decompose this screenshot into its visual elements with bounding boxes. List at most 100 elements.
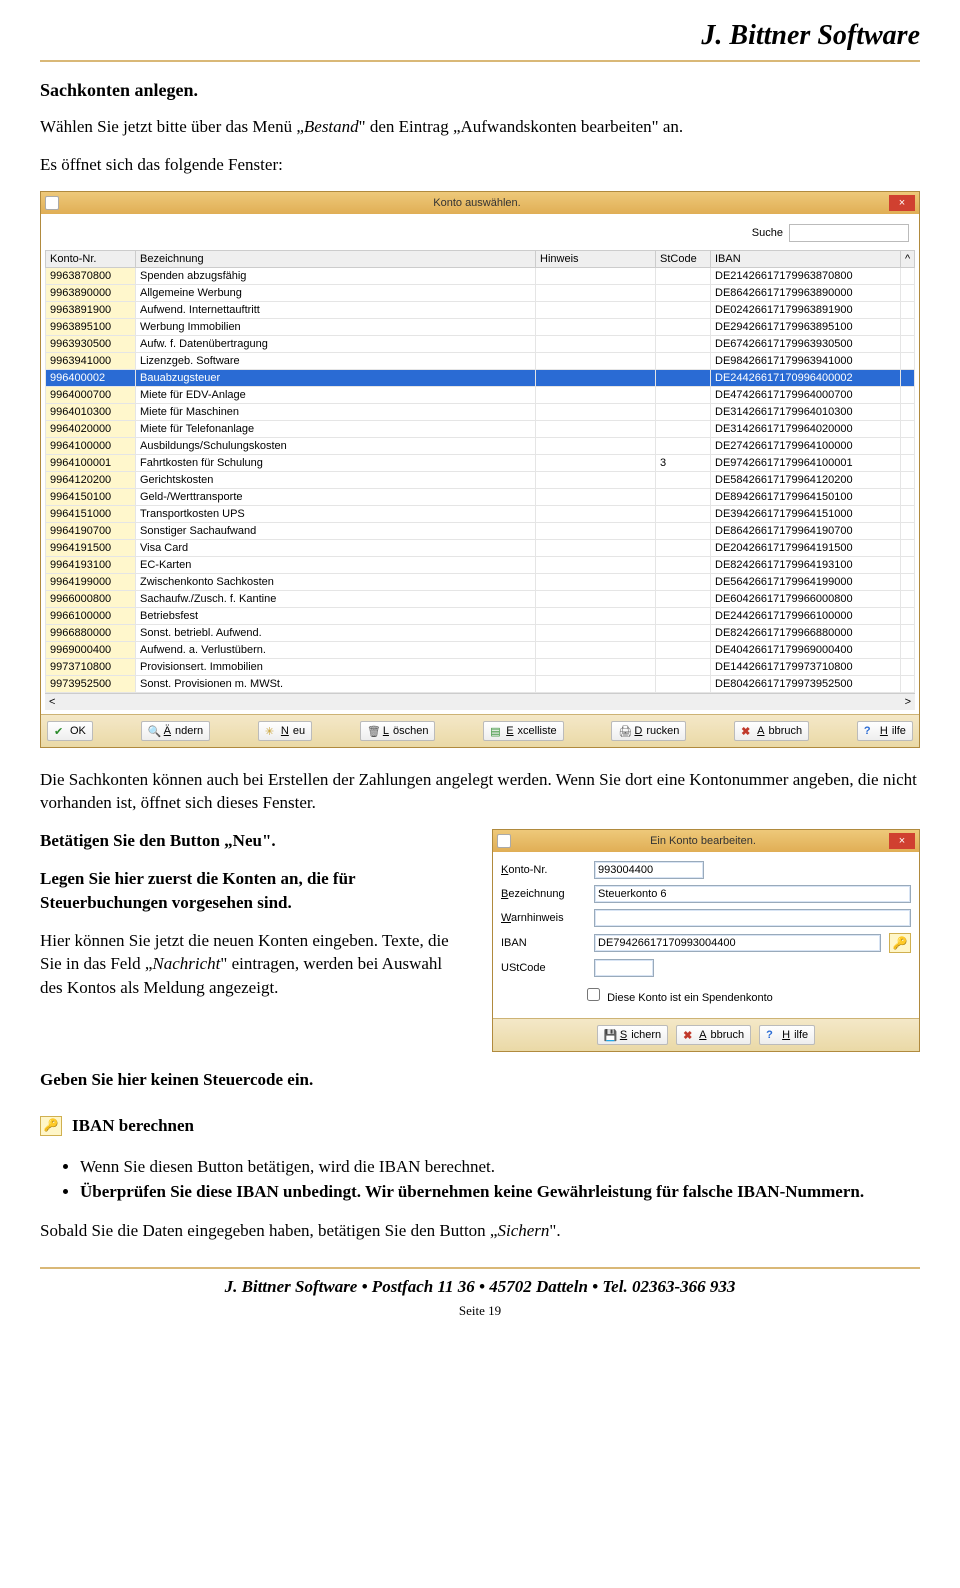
table-row[interactable]: 9973710800Provisionsert. ImmobilienDE144… — [46, 658, 915, 675]
closing-pre: Sobald Sie die Daten eingegeben haben, b… — [40, 1221, 497, 1240]
grid-header[interactable]: Hinweis — [536, 250, 656, 267]
table-row[interactable]: 9973952500Sonst. Provisionen m. MWSt.DE8… — [46, 675, 915, 692]
grid-cell — [656, 335, 711, 352]
grid-cell: 9964020000 — [46, 420, 136, 437]
grid-cell: 9963930500 — [46, 335, 136, 352]
neu-button[interactable]: ✳Neu — [258, 721, 312, 741]
search-label: Suche — [752, 227, 783, 239]
grid-cell: DE86426617179964190700 — [711, 522, 901, 539]
close-icon[interactable]: × — [889, 195, 915, 211]
grid-header[interactable]: IBAN — [711, 250, 901, 267]
grid-cell — [656, 658, 711, 675]
aendern-button[interactable]: 🔍Ändern — [141, 721, 210, 741]
grid-cell: 9964100000 — [46, 437, 136, 454]
grid-cell — [536, 352, 656, 369]
grid-cell — [656, 369, 711, 386]
table-row[interactable]: 9966880000Sonst. betriebl. Aufwend.DE824… — [46, 624, 915, 641]
scroll-up-icon[interactable]: ^ — [901, 250, 915, 267]
key-icon: 🔑 — [44, 1118, 59, 1133]
table-row[interactable]: 9964150100Geld-/WerttransporteDE89426617… — [46, 488, 915, 505]
table-row[interactable]: 9963941000Lizenzgeb. SoftwareDE984266171… — [46, 352, 915, 369]
x-icon: ✖ — [683, 1029, 695, 1041]
input-iban[interactable] — [594, 934, 881, 952]
abbruch-button-2[interactable]: ✖Abbruch — [676, 1025, 751, 1045]
table-row[interactable]: 9963895100Werbung ImmobilienDE2942661717… — [46, 318, 915, 335]
table-row[interactable]: 9969000400Aufwend. a. Verlustübern.DE404… — [46, 641, 915, 658]
table-row[interactable]: 9966100000BetriebsfestDE2442661717996610… — [46, 607, 915, 624]
table-row[interactable]: 9964193100EC-KartenDE8242661717996419310… — [46, 556, 915, 573]
table-row[interactable]: 9964010300Miete für MaschinenDE314266171… — [46, 403, 915, 420]
window2-titlebar[interactable]: Ein Konto bearbeiten. × — [493, 830, 919, 852]
grid-cell: 9973952500 — [46, 675, 136, 692]
table-row[interactable]: 9964191500Visa CardDE2042661717996419150… — [46, 539, 915, 556]
table-row[interactable]: 9966000800Sachaufw./Zusch. f. KantineDE6… — [46, 590, 915, 607]
table-row[interactable]: 9964100001Fahrtkosten für Schulung3DE974… — [46, 454, 915, 471]
grid-cell — [656, 352, 711, 369]
grid-cell: 3 — [656, 454, 711, 471]
table-row[interactable]: 9964199000Zwischenkonto SachkostenDE5642… — [46, 573, 915, 590]
table-row[interactable]: 9964190700Sonstiger SachaufwandDE8642661… — [46, 522, 915, 539]
iban-calc-button[interactable]: 🔑 — [889, 933, 911, 953]
grid-cell: DE82426617179966880000 — [711, 624, 901, 641]
grid-cell — [656, 675, 711, 692]
grid-cell — [536, 658, 656, 675]
table-row[interactable]: 9964020000Miete für TelefonanlageDE31426… — [46, 420, 915, 437]
window2-title-text: Ein Konto bearbeiten. — [517, 835, 889, 847]
table-row[interactable]: 9963930500Aufw. f. DatenübertragungDE674… — [46, 335, 915, 352]
grid-cell — [901, 539, 915, 556]
brand-title: J. Bittner Software — [40, 20, 920, 52]
window2-toolbar: 💾Sichern ✖Abbruch ?Hilfe — [493, 1018, 919, 1051]
grid-cell: DE27426617179964100000 — [711, 437, 901, 454]
drucken-button[interactable]: 🖨Drucken — [611, 721, 686, 741]
table-row[interactable]: 9964100000Ausbildungs/SchulungskostenDE2… — [46, 437, 915, 454]
ok-label: OK — [70, 725, 86, 737]
hilfe-button-2[interactable]: ?Hilfe — [759, 1025, 815, 1045]
grid-header[interactable]: StCode — [656, 250, 711, 267]
grid-header[interactable]: Bezeichnung — [136, 250, 536, 267]
window-title-text: Konto auswählen. — [65, 197, 889, 209]
grid-cell — [536, 607, 656, 624]
grid-cell: Betriebsfest — [136, 607, 536, 624]
grid-cell — [901, 590, 915, 607]
grid-container: Konto-Nr.BezeichnungHinweisStCodeIBAN^ 9… — [45, 250, 915, 693]
ok-button[interactable]: ✔OK — [47, 721, 93, 741]
table-row[interactable]: 9964120200GerichtskostenDE58426617179964… — [46, 471, 915, 488]
spendenkonto-checkbox[interactable] — [587, 988, 600, 1001]
iban-heading-row: 🔑 IBAN berechnen — [40, 1116, 194, 1136]
input-konto[interactable] — [594, 861, 704, 879]
search-input[interactable] — [789, 224, 909, 242]
input-ust[interactable] — [594, 959, 654, 977]
table-row[interactable]: 9963890000Allgemeine WerbungDE8642661717… — [46, 284, 915, 301]
abbruch-button[interactable]: ✖Abbruch — [734, 721, 809, 741]
excelliste-button[interactable]: ▤Excelliste — [483, 721, 563, 741]
grid-cell — [536, 590, 656, 607]
help-icon: ? — [766, 1029, 778, 1041]
input-bez[interactable] — [594, 885, 911, 903]
grid-scrollbar[interactable]: <> — [45, 693, 915, 710]
grid-cell: Provisionsert. Immobilien — [136, 658, 536, 675]
p-steuercode: Geben Sie hier keinen Steuercode ein. — [40, 1068, 920, 1092]
account-grid[interactable]: Konto-Nr.BezeichnungHinweisStCodeIBAN^ 9… — [45, 250, 915, 693]
close-icon[interactable]: × — [889, 833, 915, 849]
sichern-button[interactable]: 💾Sichern — [597, 1025, 668, 1045]
table-row[interactable]: 9964000700Miete für EDV-AnlageDE47426617… — [46, 386, 915, 403]
hilfe-button[interactable]: ?Hilfe — [857, 721, 913, 741]
grid-cell — [536, 624, 656, 641]
loeschen-button[interactable]: 🗑Löschen — [360, 721, 436, 741]
label-bez: Bezeichnung — [501, 888, 586, 900]
label-iban: IBAN — [501, 937, 586, 949]
table-row[interactable]: 9963891900Aufwend. InternettauftrittDE02… — [46, 301, 915, 318]
two-column-section: Betätigen Sie den Button „Neu". Legen Si… — [40, 829, 920, 1052]
grid-cell — [656, 403, 711, 420]
table-row[interactable]: 996400002BauabzugsteuerDE244266171709964… — [46, 369, 915, 386]
grid-header[interactable]: Konto-Nr. — [46, 250, 136, 267]
grid-cell: DE24426617170996400002 — [711, 369, 901, 386]
input-warn[interactable] — [594, 909, 911, 927]
bullet-2: Überprüfen Sie diese IBAN unbedingt. Wir… — [80, 1179, 920, 1205]
window-titlebar[interactable]: Konto auswählen. × — [41, 192, 919, 214]
grid-cell: DE67426617179963930500 — [711, 335, 901, 352]
grid-cell — [656, 386, 711, 403]
table-row[interactable]: 9964151000Transportkosten UPSDE394266171… — [46, 505, 915, 522]
table-row[interactable]: 9963870800Spenden abzugsfähigDE214266171… — [46, 267, 915, 284]
grid-cell — [901, 454, 915, 471]
